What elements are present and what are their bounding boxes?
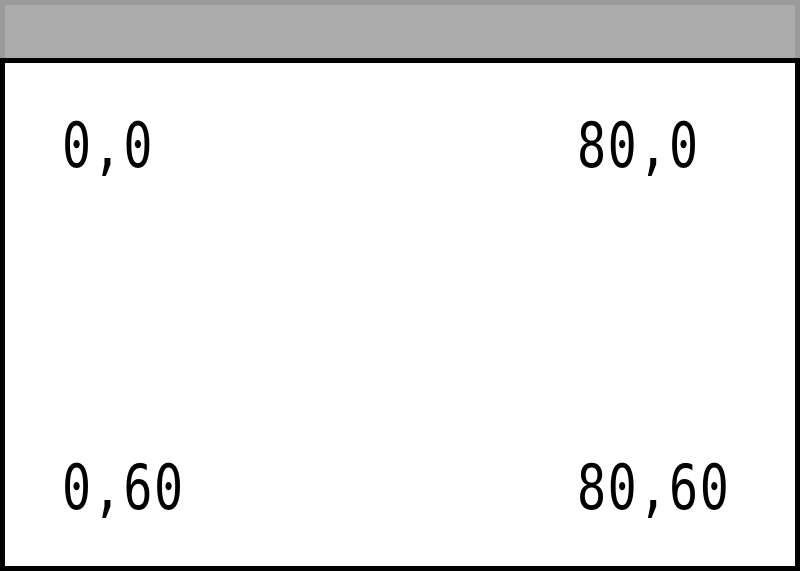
app-window: 0,0 80,0 0,60 80,60 [0, 0, 800, 571]
coord-label-top-right: 80,0 [577, 109, 700, 182]
coord-label-top-left: 0,0 [62, 109, 155, 182]
canvas-area: 0,0 80,0 0,60 80,60 [0, 63, 800, 571]
coord-label-bottom-right: 80,60 [577, 451, 731, 524]
title-bar[interactable] [0, 0, 800, 58]
coord-label-bottom-left: 0,60 [62, 451, 185, 524]
